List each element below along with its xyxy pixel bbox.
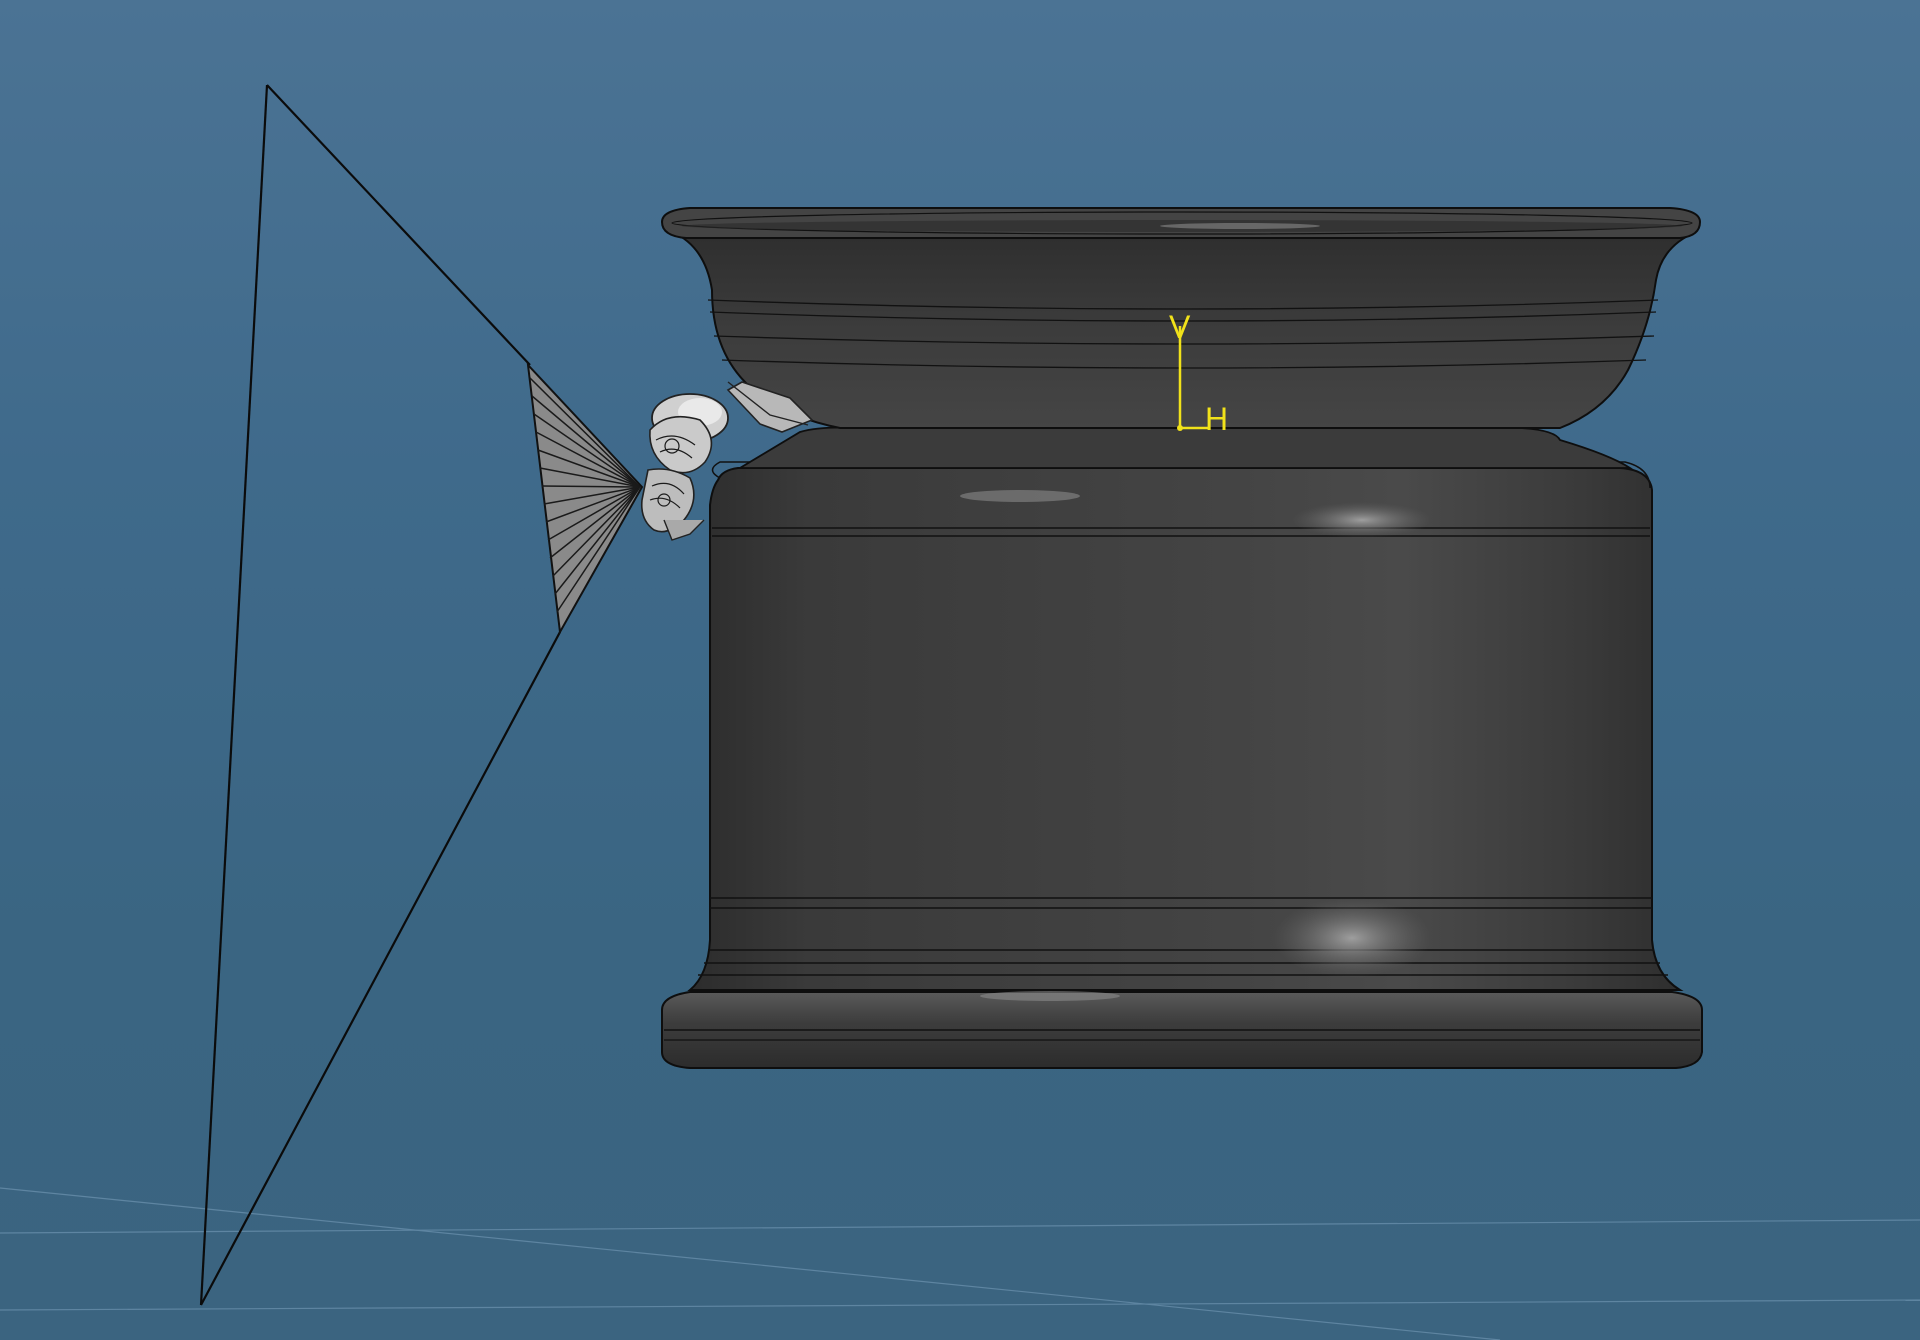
model-scene[interactable]: V H xyxy=(0,0,1920,1340)
ground-grid xyxy=(0,1187,1920,1340)
3d-viewport[interactable]: V H xyxy=(0,0,1920,1340)
v-axis-label: V xyxy=(1169,309,1191,345)
projection-frustum-icon[interactable] xyxy=(199,84,561,1306)
ray-fan xyxy=(526,362,644,636)
h-axis-label: H xyxy=(1205,401,1228,437)
